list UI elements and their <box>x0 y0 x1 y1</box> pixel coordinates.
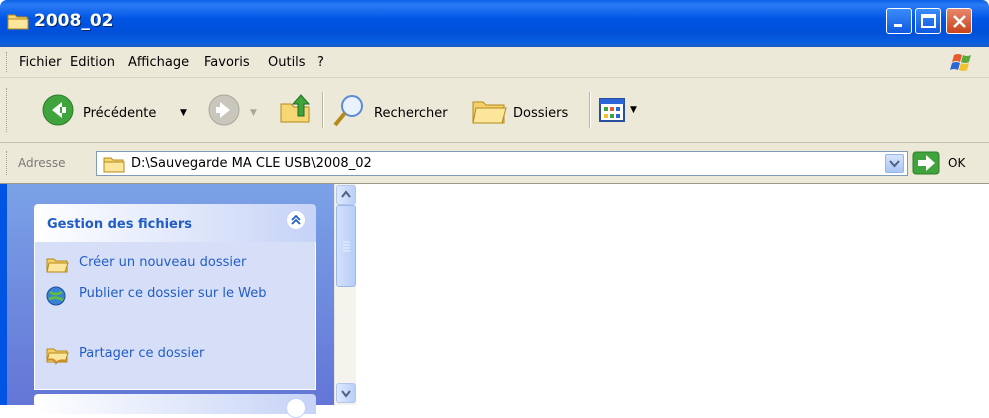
double-chevron-up-icon <box>291 214 301 225</box>
folders-icon <box>472 101 507 124</box>
maximize-button[interactable] <box>915 8 941 34</box>
folder-content-area[interactable] <box>356 184 989 405</box>
grip-lines-icon <box>343 241 350 252</box>
menu-bar: Fichier Edition Affichage Favoris Outils… <box>0 47 989 78</box>
maximize-icon <box>921 14 936 28</box>
search-icon <box>333 95 363 127</box>
task-publish-web[interactable]: Publier ce dossier sur le Web <box>45 286 267 311</box>
forward-dropdown-icon[interactable]: ▼ <box>250 108 257 118</box>
address-label: Adresse <box>18 156 66 170</box>
search-button[interactable]: Rechercher <box>330 92 464 128</box>
menubar-grip[interactable] <box>6 52 10 72</box>
up-button[interactable] <box>278 92 314 128</box>
window-border <box>0 184 7 405</box>
collapse-button[interactable] <box>286 210 306 230</box>
next-task-group-header[interactable] <box>34 394 316 418</box>
file-tasks-group: Gestion des fichiers Créer un nouveau do… <box>34 204 316 404</box>
back-label: Précédente <box>83 106 157 121</box>
menu-favoris[interactable]: Favoris <box>204 55 250 70</box>
address-input[interactable]: D:\Sauvegarde MA CLE USB\2008_02 <box>96 151 908 176</box>
menu-fichier[interactable]: Fichier <box>19 55 62 70</box>
publish-web-icon <box>46 286 66 306</box>
close-button[interactable] <box>946 8 972 34</box>
file-tasks-header[interactable]: Gestion des fichiers <box>34 204 316 242</box>
task-publish-web-label: Publier ce dossier sur le Web <box>79 286 267 301</box>
toolbar-grip[interactable] <box>6 88 10 132</box>
file-tasks-title: Gestion des fichiers <box>47 217 193 232</box>
folder-icon <box>7 14 29 30</box>
views-dropdown-icon[interactable]: ▼ <box>630 105 637 115</box>
standard-toolbar: Précédente ▼ ▼ Rechercher Dossiers ▼ <box>0 78 989 143</box>
address-path: D:\Sauvegarde MA CLE USB\2008_02 <box>131 156 372 171</box>
back-dropdown-icon[interactable]: ▼ <box>180 108 187 118</box>
toolbar-separator <box>589 92 591 128</box>
address-bar: Adresse D:\Sauvegarde MA CLE USB\2008_02… <box>0 143 989 184</box>
go-arrow-icon[interactable] <box>912 151 940 175</box>
task-new-folder[interactable]: Créer un nouveau dossier <box>45 255 246 278</box>
chevron-up-icon <box>341 190 351 198</box>
task-share-folder[interactable]: Partager ce dossier <box>45 346 204 371</box>
chevron-down-icon <box>341 390 351 398</box>
folders-label: Dossiers <box>513 106 569 121</box>
task-share-folder-label: Partager ce dossier <box>79 346 205 361</box>
search-label: Rechercher <box>374 106 448 121</box>
minimize-icon <box>894 24 902 27</box>
folder-icon <box>103 157 125 173</box>
views-icon <box>599 98 625 122</box>
file-tasks-body: Créer un nouveau dossier Publier ce doss… <box>34 242 316 390</box>
back-arrow-icon <box>42 94 74 126</box>
scroll-thumb[interactable] <box>336 205 356 287</box>
up-folder-icon <box>280 94 311 123</box>
address-dropdown-button[interactable] <box>885 154 904 173</box>
folders-button[interactable]: Dossiers <box>470 92 584 128</box>
menu-help[interactable]: ? <box>317 55 324 70</box>
share-folder-icon <box>46 348 69 365</box>
menu-outils[interactable]: Outils <box>268 55 306 70</box>
close-icon <box>953 15 966 28</box>
title-bar[interactable]: 2008_02 <box>0 0 989 47</box>
menu-affichage[interactable]: Affichage <box>128 55 189 70</box>
go-button[interactable]: OK <box>948 156 965 170</box>
window-title: 2008_02 <box>34 11 114 31</box>
toolbar-separator <box>322 92 324 128</box>
taskpane-scrollbar[interactable] <box>334 184 356 405</box>
views-button[interactable]: ▼ <box>598 96 648 124</box>
scroll-up-button[interactable] <box>336 185 356 205</box>
task-pane: Gestion des fichiers Créer un nouveau do… <box>7 184 334 418</box>
scroll-down-button[interactable] <box>336 383 356 403</box>
menu-edition[interactable]: Edition <box>70 55 115 70</box>
task-new-folder-label: Créer un nouveau dossier <box>79 255 247 270</box>
minimize-button[interactable] <box>886 8 912 34</box>
windows-logo-icon <box>950 54 971 71</box>
addressbar-grip[interactable] <box>6 151 10 175</box>
chevron-down-icon <box>889 160 900 168</box>
collapse-button[interactable] <box>286 398 306 418</box>
forward-arrow-icon <box>208 94 240 126</box>
new-folder-icon <box>46 258 69 273</box>
back-button[interactable]: Précédente ▼ <box>40 92 205 128</box>
forward-button[interactable]: ▼ <box>206 92 266 128</box>
